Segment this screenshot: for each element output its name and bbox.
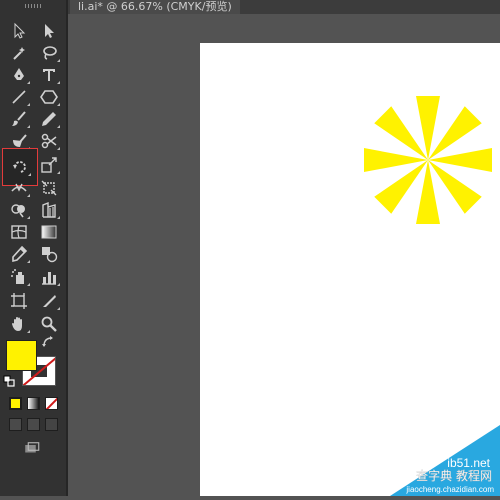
paintbrush-tool-icon[interactable]: [6, 108, 32, 130]
mesh-tool-icon[interactable]: [6, 221, 32, 243]
swap-fill-stroke-icon[interactable]: [40, 334, 56, 350]
watermark-line1: ib51.net: [447, 456, 490, 470]
slice-tool-icon[interactable]: [36, 290, 62, 312]
line-segment-tool-icon[interactable]: [6, 86, 32, 108]
watermark: ib51.net 查字典 教程网 jiaocheng.chazidian.com: [360, 425, 500, 496]
free-transform-tool-icon[interactable]: [36, 177, 62, 199]
fill-swatch[interactable]: [6, 340, 37, 371]
panel-grip[interactable]: [25, 4, 41, 8]
color-mode-button[interactable]: [9, 397, 22, 410]
document-tab[interactable]: li.ai* @ 66.67% (CMYK/预览): [70, 0, 240, 14]
direct-selection-tool-icon[interactable]: [36, 20, 62, 42]
lasso-tool-icon[interactable]: [36, 42, 62, 64]
eyedropper-tool-icon[interactable]: [6, 243, 32, 265]
watermark-line2: 查字典 教程网: [416, 468, 492, 483]
magic-wand-tool-icon[interactable]: [6, 42, 32, 64]
draw-normal-button[interactable]: [9, 418, 22, 431]
scissors-tool-icon[interactable]: [36, 130, 62, 152]
type-tool-icon[interactable]: [36, 64, 62, 86]
gradient-tool-icon[interactable]: [36, 221, 62, 243]
hand-tool-icon[interactable]: [6, 313, 32, 335]
perspective-grid-tool-icon[interactable]: [36, 199, 62, 221]
pencil-tool-icon[interactable]: [36, 108, 62, 130]
screen-mode-icon[interactable]: [20, 438, 44, 458]
blend-tool-icon[interactable]: [36, 243, 62, 265]
gradient-mode-button[interactable]: [27, 397, 40, 410]
polygon-tool-icon[interactable]: [36, 86, 62, 108]
rotate-tool-icon[interactable]: [7, 156, 33, 178]
width-tool-icon[interactable]: [6, 177, 32, 199]
default-colors-icon[interactable]: [2, 374, 16, 388]
column-graph-tool-icon[interactable]: [36, 266, 62, 288]
pen-tool-icon[interactable]: [6, 64, 32, 86]
artboard-tool-icon[interactable]: [6, 290, 32, 312]
symbol-sprayer-tool-icon[interactable]: [6, 266, 32, 288]
shape-builder-tool-icon[interactable]: [6, 199, 32, 221]
draw-behind-button[interactable]: [27, 418, 40, 431]
scale-tool-icon[interactable]: [36, 154, 62, 176]
none-mode-button[interactable]: [45, 397, 58, 410]
watermark-line3: jiaocheng.chazidian.com: [405, 485, 494, 494]
selection-tool-icon[interactable]: [6, 20, 32, 42]
zoom-tool-icon[interactable]: [36, 313, 62, 335]
tools-panel: [0, 0, 68, 496]
draw-inside-button[interactable]: [45, 418, 58, 431]
